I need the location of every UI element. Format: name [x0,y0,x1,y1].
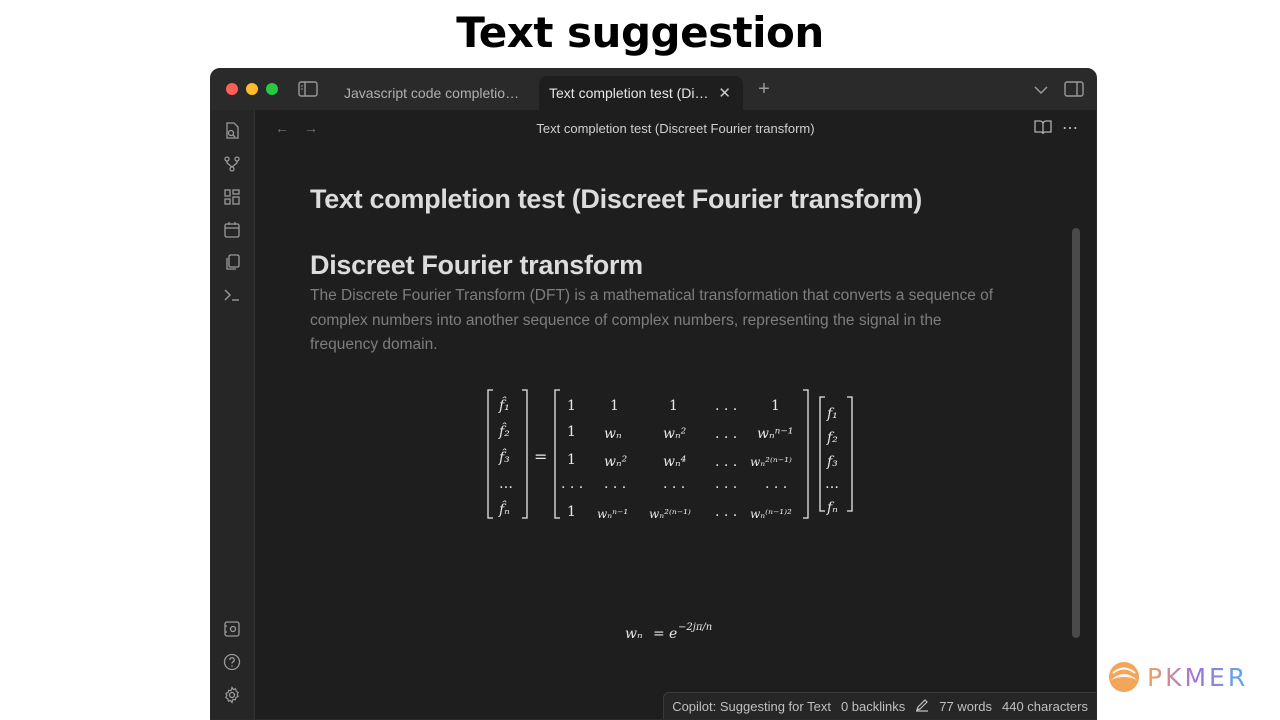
svg-text:. . .: . . . [715,476,737,492]
svg-text:. . .: . . . [663,476,685,492]
grid-icon[interactable] [223,188,243,208]
more-options-icon[interactable]: ⋯ [1062,118,1078,138]
svg-text:f̂₁: f̂₁ [498,396,510,414]
tab-label: Javascript code completion ... [344,85,526,101]
close-window-button[interactable] [226,83,238,95]
vault-icon[interactable] [223,620,243,640]
left-ribbon [211,110,255,719]
tab-text-completion[interactable]: Text completion test (Dis... ✕ [539,76,743,110]
reading-view-icon[interactable] [1034,119,1052,138]
inline-title[interactable]: Text completion test (Discreet Fourier t… [310,184,922,215]
page-heading: Text suggestion [456,8,824,57]
pkmer-logo: PKMER [1107,660,1248,694]
svg-text:wₙⁿ⁻¹: wₙⁿ⁻¹ [597,507,628,521]
svg-text:wₙ: wₙ [625,626,643,642]
tab-javascript[interactable]: Javascript code completion ... [332,76,538,110]
svg-text:1: 1 [669,398,678,414]
svg-text:wₙ²: wₙ² [604,454,628,470]
svg-text:…: … [825,476,839,492]
suggestion-paragraph[interactable]: The Discrete Fourier Transform (DFT) is … [310,284,1010,358]
svg-text:1: 1 [567,424,576,440]
status-bar: Copilot: Suggesting for Text 0 backlinks… [663,692,1096,719]
svg-text:. . .: . . . [715,426,737,442]
minimize-window-button[interactable] [246,83,258,95]
scrollbar[interactable] [1072,228,1080,638]
maximize-window-button[interactable] [266,83,278,95]
svg-text:f̂ₙ: f̂ₙ [498,500,510,518]
titlebar: Javascript code completion ... Text comp… [211,69,1096,110]
character-count: 440 characters [1002,698,1088,714]
file-search-icon[interactable] [223,122,243,142]
pkmer-logo-text: PKMER [1147,662,1249,692]
svg-text:. . .: . . . [715,454,737,470]
svg-text:e: e [669,626,677,642]
git-branch-icon[interactable] [223,155,243,175]
backlinks-count[interactable]: 0 backlinks [841,699,905,714]
pencil-icon[interactable] [915,698,929,715]
calendar-icon[interactable] [223,221,243,241]
settings-icon[interactable] [223,686,243,706]
svg-text:. . .: . . . [604,476,626,492]
view-title: Text completion test (Discreet Fourier t… [536,121,815,136]
svg-text:=: = [534,447,547,466]
svg-text:=: = [653,626,665,642]
svg-text:wₙ: wₙ [604,426,622,442]
help-icon[interactable] [223,653,243,673]
svg-text:f̂₃: f̂₃ [498,448,510,466]
heading-1[interactable]: Discreet Fourier transform [310,250,643,281]
right-sidebar-toggle-icon[interactable] [1063,80,1085,98]
svg-text:. . .: . . . [715,504,737,520]
sidebar-toggle-icon[interactable] [297,80,319,98]
svg-text:1: 1 [567,398,576,414]
close-icon[interactable]: ✕ [718,84,731,102]
svg-text:wₙⁿ⁻¹: wₙⁿ⁻¹ [757,426,793,442]
svg-text:…: … [499,476,513,492]
new-tab-icon[interactable]: + [754,78,774,100]
copilot-status[interactable]: Copilot: Suggesting for Text [672,699,831,714]
svg-text:1: 1 [567,452,576,468]
svg-text:fₙ: fₙ [826,500,838,516]
obsidian-window: Javascript code completion ... Text comp… [210,68,1097,720]
twiddle-factor-equation: wₙ = e −2jπ/n [625,622,712,642]
svg-text:wₙ²⁽ⁿ⁻¹⁾: wₙ²⁽ⁿ⁻¹⁾ [750,455,792,469]
svg-text:. . .: . . . [561,476,583,492]
word-count: 77 words [939,698,992,714]
copy-icon[interactable] [223,253,243,273]
editor-content[interactable]: Text completion test (Discreet Fourier t… [255,148,1082,719]
svg-text:wₙ⁽ⁿ⁻¹⁾²: wₙ⁽ⁿ⁻¹⁾² [750,507,792,521]
view-header: ← → Text completion test (Discreet Fouri… [255,110,1096,148]
pkmer-logo-icon [1109,662,1139,692]
svg-text:wₙ⁴: wₙ⁴ [663,454,687,470]
svg-text:1: 1 [567,504,576,520]
svg-text:wₙ²⁽ⁿ⁻¹⁾: wₙ²⁽ⁿ⁻¹⁾ [649,507,691,521]
svg-text:−2jπ/n: −2jπ/n [678,622,712,633]
svg-text:f̂₂: f̂₂ [498,422,510,440]
tab-label: Text completion test (Dis... [549,85,713,101]
chevron-down-icon[interactable] [1031,81,1051,99]
svg-text:. . .: . . . [765,476,787,492]
terminal-icon[interactable] [223,286,243,306]
svg-text:1: 1 [771,398,780,414]
svg-text:. . .: . . . [715,398,737,414]
svg-text:f₃: f₃ [826,454,838,470]
svg-text:wₙ²: wₙ² [663,426,687,442]
svg-text:f₁: f₁ [826,406,838,422]
svg-text:f₂: f₂ [826,430,838,446]
dft-matrix-equation: f̂₁ f̂₂ f̂₃ … f̂ₙ = 1 1 1 . . . 1 1 wₙ wₙ² . . . wₙ… [487,389,853,521]
svg-text:1: 1 [610,398,619,414]
